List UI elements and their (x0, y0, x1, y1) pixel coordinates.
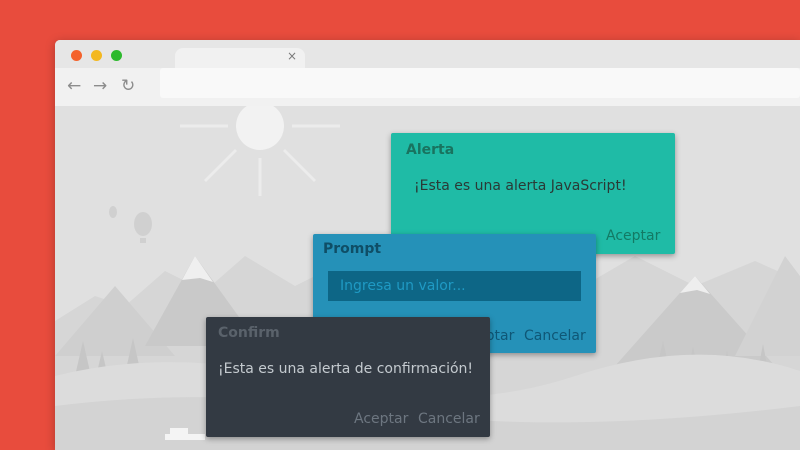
back-arrow-icon[interactable]: ← (67, 77, 81, 95)
close-window-button[interactable] (71, 50, 82, 61)
maximize-window-button[interactable] (111, 50, 122, 61)
prompt-cancel-button[interactable]: Cancelar (524, 328, 586, 344)
prompt-input[interactable] (328, 271, 581, 301)
confirm-message: ¡Esta es una alerta de confirmación! (218, 361, 474, 377)
confirm-cancel-button[interactable]: Cancelar (418, 411, 480, 427)
hot-air-balloon-icon (109, 206, 152, 243)
forward-arrow-icon[interactable]: → (93, 77, 107, 95)
address-bar[interactable] (160, 68, 800, 98)
title-bar: × (55, 40, 800, 68)
sun-icon (180, 106, 340, 196)
minimize-window-button[interactable] (91, 50, 102, 61)
browser-tab[interactable]: × (175, 48, 305, 68)
tab-close-icon[interactable]: × (287, 49, 297, 63)
alert-title: Alerta (406, 142, 455, 158)
alert-message: ¡Esta es una alerta JavaScript! (414, 178, 627, 194)
confirm-accept-button[interactable]: Aceptar (354, 411, 408, 427)
reload-icon[interactable]: ↻ (121, 77, 135, 95)
browser-toolbar: ← → ↻ (55, 68, 800, 106)
prompt-title: Prompt (323, 241, 382, 257)
confirm-title: Confirm (218, 325, 280, 341)
confirm-dialog: Confirm ¡Esta es una alerta de confirmac… (206, 317, 490, 437)
alert-accept-button[interactable]: Aceptar (606, 228, 660, 244)
